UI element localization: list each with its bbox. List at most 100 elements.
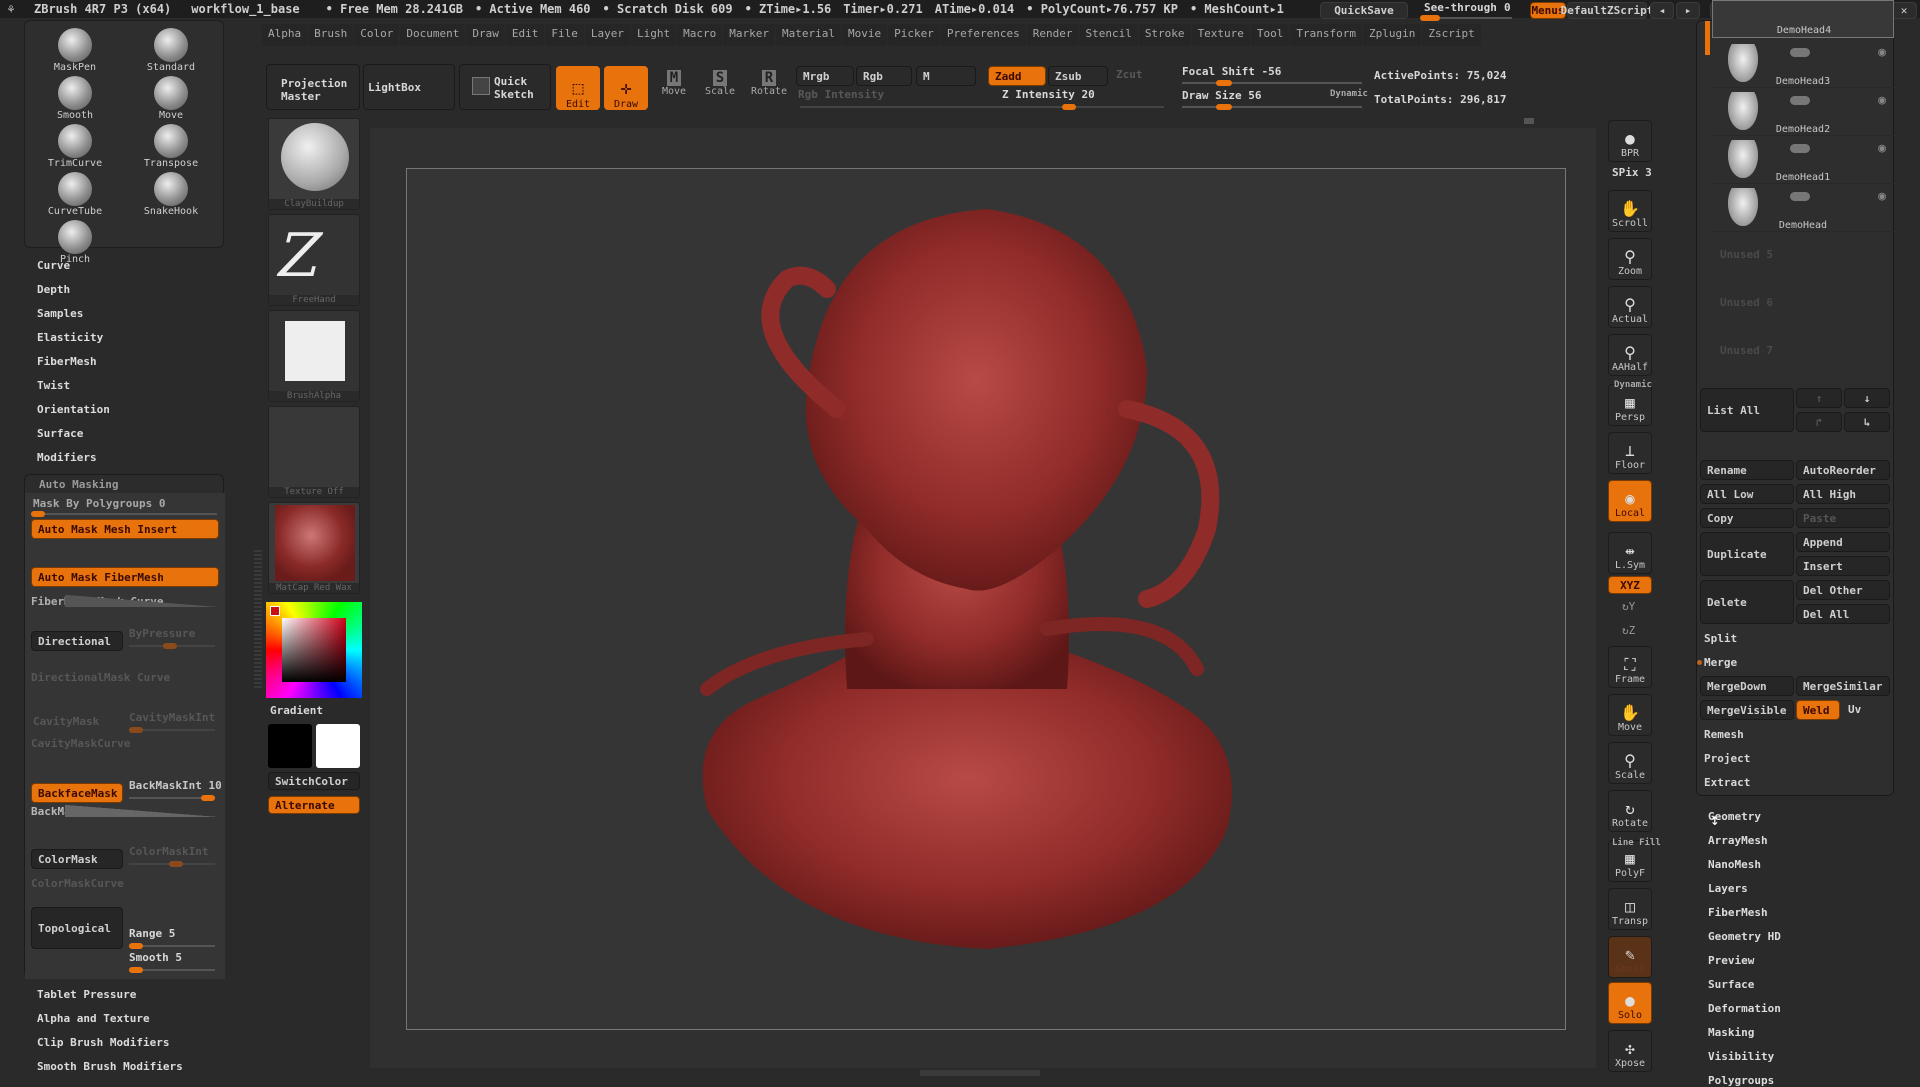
zsub-button[interactable]: Zsub: [1048, 66, 1108, 86]
shelf-bpr-button[interactable]: ● BPR: [1608, 120, 1652, 162]
all-low-button[interactable]: All Low: [1700, 484, 1794, 504]
gradient-toggle[interactable]: Gradient: [270, 704, 323, 717]
delete-button[interactable]: Delete: [1700, 580, 1794, 624]
edit-button[interactable]: ⬚ Edit: [556, 66, 600, 110]
menu-stroke[interactable]: Stroke: [1138, 24, 1191, 46]
shelf-transp-button[interactable]: ◫ Transp: [1608, 888, 1652, 930]
shelf-aahalf-button[interactable]: ⚲ AAHalf: [1608, 334, 1652, 376]
subtool-item[interactable]: DemoHead4: [1712, 0, 1894, 38]
tertiary-color-swatch[interactable]: [316, 724, 360, 768]
menu-preferences[interactable]: Preferences: [940, 24, 1026, 46]
range-slider[interactable]: [129, 943, 215, 949]
main-color-swatch[interactable]: [270, 606, 280, 616]
weld-toggle[interactable]: Weld: [1796, 700, 1840, 720]
merge-visible-button[interactable]: MergeVisible: [1700, 700, 1794, 720]
move-up-icon[interactable]: ↑: [1796, 388, 1842, 408]
directional-button[interactable]: Directional: [31, 631, 123, 651]
tool-section-nanomesh[interactable]: NanoMesh: [1708, 858, 1761, 871]
shelf-xpose-button[interactable]: ✣ Xpose: [1608, 1030, 1652, 1072]
shelf-zoom-button[interactable]: ⚲ Zoom: [1608, 238, 1652, 280]
polypaint-toggle[interactable]: [1790, 48, 1810, 57]
auto-reorder-button[interactable]: AutoReorder: [1796, 460, 1890, 480]
scroll-left-icon[interactable]: ◂: [1650, 2, 1674, 19]
extract-section[interactable]: Extract: [1704, 776, 1750, 789]
unused-subtool-slot[interactable]: Unused 7: [1720, 344, 1773, 357]
tool-section-arraymesh[interactable]: ArrayMesh: [1708, 834, 1768, 847]
material-selector[interactable]: MatCap Red Wax: [268, 502, 360, 594]
shelf-ghost-button[interactable]: ✎ Ghost: [1608, 936, 1652, 978]
menu-zscript[interactable]: Zscript: [1422, 24, 1481, 46]
menu-material[interactable]: Material: [775, 24, 841, 46]
brush-transpose[interactable]: Transpose: [123, 121, 219, 169]
projection-master-button[interactable]: Projection Master: [266, 64, 360, 110]
shelf-rotate-button[interactable]: ↻ Rotate: [1608, 790, 1652, 832]
shelf-actual-button[interactable]: ⚲ Actual: [1608, 286, 1652, 328]
menu-texture[interactable]: Texture: [1191, 24, 1250, 46]
brush-section-smooth-brush-modifiers[interactable]: Smooth Brush Modifiers: [37, 1060, 183, 1073]
auto-mask-mesh-insert-button[interactable]: Auto Mask Mesh Insert: [31, 519, 219, 539]
zadd-button[interactable]: Zadd: [988, 66, 1046, 86]
tool-section-polygroups[interactable]: Polygroups: [1708, 1074, 1774, 1087]
move-down-in-icon[interactable]: ↳: [1844, 412, 1890, 432]
brush-standard[interactable]: Standard: [123, 25, 219, 73]
draw-size-slider[interactable]: [1182, 104, 1362, 110]
mrgb-button[interactable]: Mrgb: [796, 66, 854, 86]
menu-stencil[interactable]: Stencil: [1079, 24, 1138, 46]
tool-section-surface[interactable]: Surface: [1708, 978, 1754, 991]
move-button[interactable]: M Move: [654, 70, 694, 110]
menu-macro[interactable]: Macro: [677, 24, 723, 46]
scroll-right-icon[interactable]: ▸: [1676, 2, 1700, 19]
switch-color-button[interactable]: SwitchColor: [268, 772, 360, 790]
menu-document[interactable]: Document: [400, 24, 466, 46]
close-icon[interactable]: ✕: [1891, 2, 1917, 19]
tool-section-layers[interactable]: Layers: [1708, 882, 1748, 895]
all-high-button[interactable]: All High: [1796, 484, 1890, 504]
y-rotate-toggle[interactable]: ↻Y: [1622, 600, 1635, 613]
left-tray-handle[interactable]: [254, 550, 262, 690]
move-down-icon[interactable]: ↓: [1844, 388, 1890, 408]
brush-section-modifiers[interactable]: Modifiers: [37, 451, 97, 464]
tool-section-masking[interactable]: Masking: [1708, 1026, 1754, 1039]
color-saturation-square[interactable]: [282, 618, 346, 682]
brush-selector[interactable]: ClayBuildup: [268, 118, 360, 210]
backface-mask-button[interactable]: BackfaceMask: [31, 783, 123, 803]
menu-draw[interactable]: Draw: [466, 24, 505, 46]
auto-masking-header[interactable]: Auto Masking: [39, 478, 118, 491]
menu-zplugin[interactable]: Zplugin: [1363, 24, 1422, 46]
color-mask-curve[interactable]: ColorMaskCurve: [31, 877, 124, 890]
brush-pinch[interactable]: Pinch: [27, 217, 123, 265]
alpha-selector[interactable]: BrushAlpha: [268, 310, 360, 402]
del-all-button[interactable]: Del All: [1796, 604, 1890, 624]
subtool-item[interactable]: ◉ DemoHead3: [1712, 40, 1894, 88]
insert-button[interactable]: Insert: [1796, 556, 1890, 576]
brush-section-fibermesh[interactable]: FiberMesh: [37, 355, 97, 368]
quick-sketch-button[interactable]: Quick Sketch: [459, 64, 551, 110]
rgb-intensity-label[interactable]: Rgb Intensity: [798, 88, 884, 101]
subtool-item[interactable]: ◉ DemoHead1: [1712, 136, 1894, 184]
remesh-section[interactable]: Remesh: [1704, 728, 1744, 741]
menu-marker[interactable]: Marker: [723, 24, 775, 46]
back-mask-int-slider[interactable]: [129, 795, 215, 801]
bottom-tray-handle[interactable]: [920, 1070, 1040, 1076]
tool-section-fibermesh[interactable]: FiberMesh: [1708, 906, 1768, 919]
color-mask-button[interactable]: ColorMask: [31, 849, 123, 869]
visibility-eye-icon[interactable]: ◉: [1878, 189, 1886, 204]
brush-smooth[interactable]: Smooth: [27, 73, 123, 121]
z-rotate-toggle[interactable]: ↻Z: [1622, 624, 1635, 637]
draw-button[interactable]: ✛ Draw: [604, 66, 648, 110]
stroke-selector[interactable]: Z FreeHand: [268, 214, 360, 306]
xyz-rotate-toggle[interactable]: XYZ: [1608, 576, 1652, 594]
menu-transform[interactable]: Transform: [1290, 24, 1363, 46]
scale-button[interactable]: S Scale: [700, 70, 740, 110]
brush-section-curve[interactable]: Curve: [37, 259, 70, 272]
brush-section-orientation[interactable]: Orientation: [37, 403, 110, 416]
brush-section-depth[interactable]: Depth: [37, 283, 70, 296]
unused-subtool-slot[interactable]: Unused 5: [1720, 248, 1773, 261]
back-mask-curve-graph[interactable]: [65, 805, 217, 817]
rgb-button[interactable]: Rgb: [856, 66, 912, 86]
alternate-button[interactable]: Alternate: [268, 796, 360, 814]
polypaint-toggle[interactable]: [1790, 192, 1810, 201]
duplicate-button[interactable]: Duplicate: [1700, 532, 1794, 576]
texture-selector[interactable]: Texture Off: [268, 406, 360, 498]
append-button[interactable]: Append: [1796, 532, 1890, 552]
